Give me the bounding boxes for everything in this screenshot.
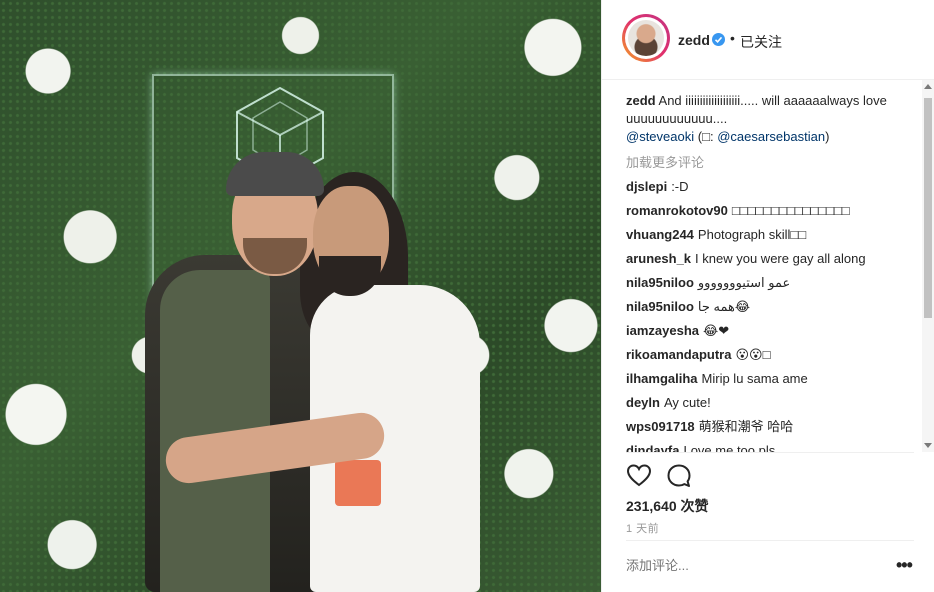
follow-status-button[interactable]: 已关注 <box>740 32 782 52</box>
comment-author[interactable]: dindayfa <box>626 443 679 452</box>
more-options-icon[interactable]: ••• <box>896 556 913 574</box>
comment-author[interactable]: wps091718 <box>626 419 695 434</box>
comment-author[interactable]: djslepi <box>626 179 667 194</box>
comment-row: nila95niloo همه جا😂 <box>626 298 916 316</box>
comment-row: djslepi :-D <box>626 178 916 196</box>
comment-row: rikoamandaputra 😮😮□ <box>626 346 916 364</box>
instagram-post: zedd • 已关注 zedd And iiiiiiiiiiiiiiiiiii.… <box>0 0 934 592</box>
comment-author[interactable]: deyln <box>626 395 660 410</box>
comment-text: Love me too pls <box>683 443 776 452</box>
scroll-down-arrow-icon[interactable] <box>924 443 932 448</box>
comment-text: 萌猴和潮爷 哈哈 <box>698 419 794 434</box>
load-more-comments-button[interactable]: 加载更多评论 <box>626 152 704 171</box>
mention-link[interactable]: @caesarsebastian <box>717 129 825 144</box>
avatar-image <box>628 20 664 56</box>
username-link[interactable]: zedd <box>678 32 710 48</box>
caption-author[interactable]: zedd <box>626 93 656 108</box>
heart-icon[interactable] <box>626 463 652 489</box>
caption-paren-close: ) <box>825 129 830 144</box>
shirt-logo <box>335 460 381 506</box>
caption-text: And iiiiiiiiiiiiiiiiiii..... will aaaaaa… <box>626 93 887 126</box>
likes-count[interactable]: 231,640 次赞 <box>626 496 709 516</box>
comment-row: ilhamgaliha Mirip lu sama ame <box>626 370 916 388</box>
comment-row: vhuang244 Photograph skill□□ <box>626 226 916 244</box>
comment-author[interactable]: vhuang244 <box>626 227 694 242</box>
add-comment-input[interactable] <box>626 558 866 573</box>
camera-glyph: □ <box>702 129 710 144</box>
avatar-inner <box>625 17 667 59</box>
scrollbar-thumb[interactable] <box>924 98 932 318</box>
comment-text: Photograph skill□□ <box>697 227 807 242</box>
comment-row: dindayfa Love me too pls <box>626 442 916 452</box>
comment-row: wps091718 萌猴和潮爷 哈哈 <box>626 418 916 436</box>
comment-author[interactable]: rikoamandaputra <box>626 347 731 362</box>
post-side-panel: zedd • 已关注 zedd And iiiiiiiiiiiiiiiiiii.… <box>601 0 934 592</box>
comments-list[interactable]: zedd And iiiiiiiiiiiiiiiiiii..... will a… <box>602 80 922 452</box>
comment-row: iamzayesha 😂❤ <box>626 322 916 340</box>
post-photo[interactable] <box>0 0 601 592</box>
comment-row: nila95niloo عمو استیووووووو <box>626 274 916 292</box>
comment-text: :-D <box>671 179 689 194</box>
comment-text: 😮😮□ <box>735 347 771 362</box>
comment-author[interactable]: arunesh_k <box>626 251 691 266</box>
comments-scrollbar[interactable] <box>922 80 934 452</box>
comment-row: arunesh_k I knew you were gay all along <box>626 250 916 268</box>
actions-divider <box>626 452 914 453</box>
post-caption: zedd And iiiiiiiiiiiiiiiiiii..... will a… <box>626 92 906 146</box>
comment-text: 😂❤ <box>703 323 730 338</box>
comment-text: I knew you were gay all along <box>695 251 866 266</box>
add-comment-divider <box>626 540 914 541</box>
comment-text: همه جا😂 <box>697 299 751 314</box>
verified-icon <box>712 33 725 46</box>
separator-dot: • <box>730 30 735 46</box>
comment-row: romanrokotov90 □□□□□□□□□□□□□□□ <box>626 202 916 220</box>
scroll-up-arrow-icon[interactable] <box>924 84 932 89</box>
comment-author[interactable]: nila95niloo <box>626 275 694 290</box>
comment-text: □□□□□□□□□□□□□□□ <box>731 203 850 218</box>
comment-row: deyln Ay cute! <box>626 394 916 412</box>
comment-text: عمو استیووووووو <box>697 275 791 290</box>
caption-colon: : <box>709 129 714 144</box>
comment-author[interactable]: iamzayesha <box>626 323 699 338</box>
post-header: zedd • 已关注 <box>602 0 934 80</box>
comment-author[interactable]: nila95niloo <box>626 299 694 314</box>
avatar[interactable] <box>622 14 670 62</box>
comment-text: Mirip lu sama ame <box>701 371 808 386</box>
comment-bubble-icon[interactable] <box>666 463 692 489</box>
comment-author[interactable]: ilhamgaliha <box>626 371 698 386</box>
post-timestamp[interactable]: 1 天前 <box>626 520 659 536</box>
mention-link[interactable]: @steveaoki <box>626 129 694 144</box>
comment-text: Ay cute! <box>663 395 711 410</box>
comment-author[interactable]: romanrokotov90 <box>626 203 728 218</box>
